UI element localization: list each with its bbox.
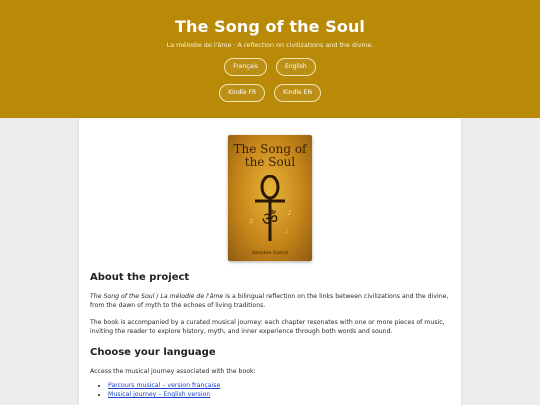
cover-title: The Song of the Soul [233,142,307,169]
content-card: The Song of the Soul ॐ ♪ ♫ ♪ Antoine Sat… [79,118,461,405]
kindle-buttons: Kindle FR Kindle EN [0,84,540,102]
book-cover: The Song of the Soul ॐ ♪ ♫ ♪ Antoine Sat… [228,135,312,261]
english-journey-link[interactable]: Musical journey – English version [108,391,210,398]
francais-button[interactable]: Français [224,58,268,76]
about-heading: About the project [90,272,190,283]
language-heading: Choose your language [90,347,216,358]
site-header: The Song of the Soul La mélodie de l'âme… [0,0,540,118]
list-item: Musical journey – English version [108,390,220,399]
book-title-en: The Song of the Soul [90,293,155,300]
list-item: Parcours musical – version française [108,381,220,390]
svg-text:ॐ: ॐ [262,209,278,230]
french-journey-link[interactable]: Parcours musical – version française [108,382,220,389]
kindle-fr-button[interactable]: Kindle FR [219,84,266,102]
about-paragraph-1: The Song of the Soul / La mélodie de l'â… [90,292,450,310]
journey-links: Parcours musical – version française Mus… [90,381,220,399]
language-intro: Access the musical journey associated wi… [90,368,256,375]
svg-text:♪: ♪ [285,229,288,235]
site-title: The Song of the Soul [174,17,366,36]
language-buttons: Français English [0,58,540,76]
svg-text:♫: ♫ [248,218,253,225]
about-paragraph-2: The book is accompanied by a curated mus… [90,319,445,335]
english-button[interactable]: English [276,58,316,76]
ankh-om-icon: ॐ ♪ ♫ ♪ [248,175,291,241]
svg-text:♪: ♪ [287,209,291,217]
book-title-fr: La mélodie de l'âme [160,293,224,300]
cover-author: Antoine Satori [251,250,289,256]
site-subtitle: La mélodie de l'âme · A reflection on ci… [166,41,374,49]
kindle-en-button[interactable]: Kindle EN [274,84,321,102]
